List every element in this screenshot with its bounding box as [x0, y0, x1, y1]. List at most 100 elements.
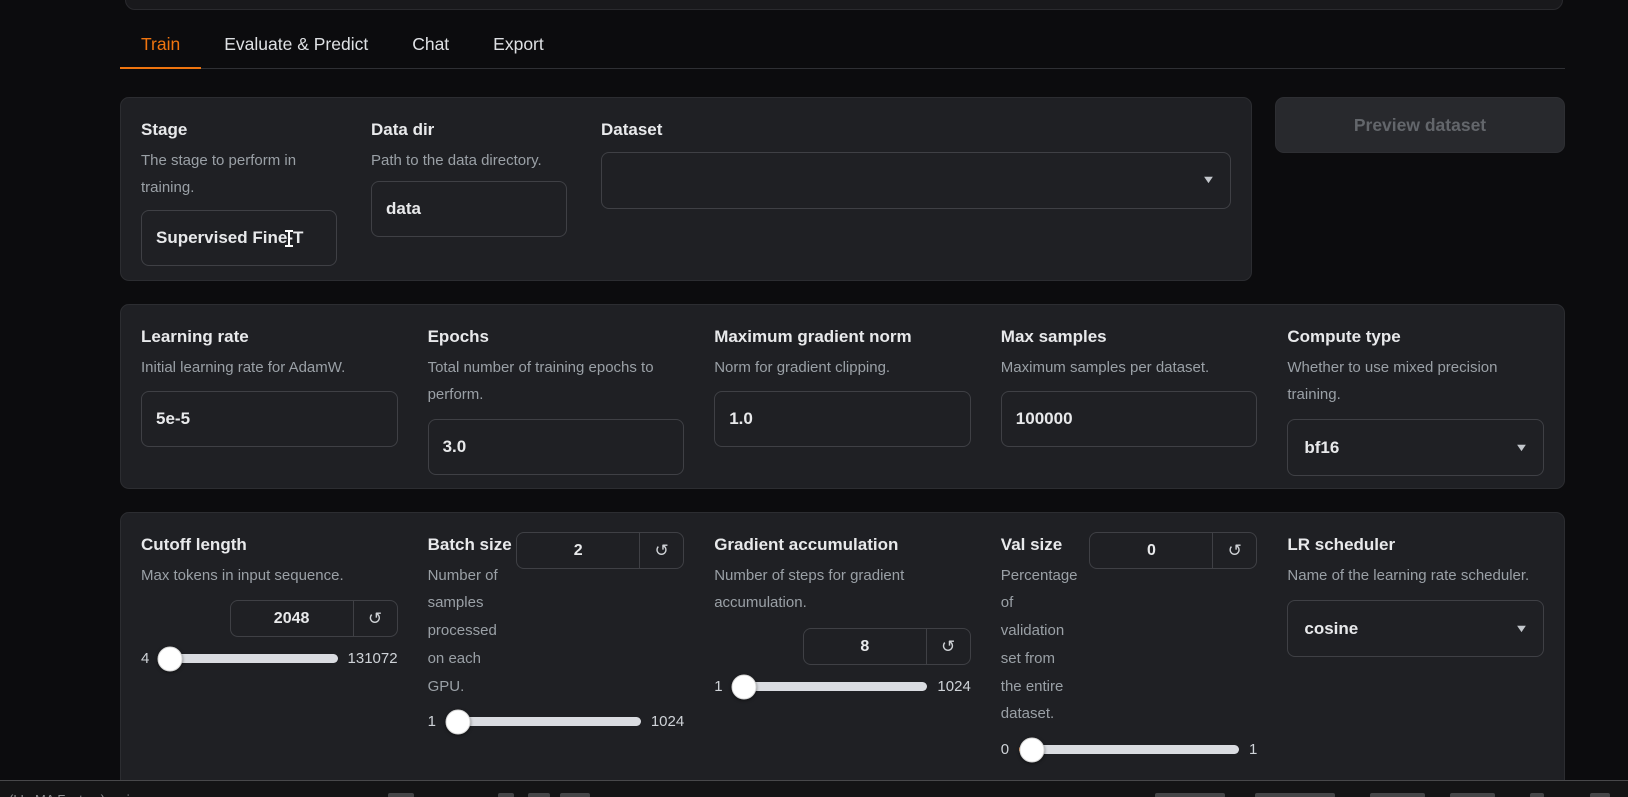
cutoff-length-slider: 4 131072	[141, 650, 398, 667]
status-bar-text-fragment	[1155, 793, 1225, 797]
compute-type-description: Whether to use mixed precision training.	[1287, 354, 1544, 410]
data-dir-description: Path to the data directory.	[371, 147, 567, 175]
grad-accum-slider: 1 1024	[714, 678, 971, 695]
lr-scheduler-label: LR scheduler	[1287, 532, 1544, 558]
tab-bar: Train Evaluate & Predict Chat Export	[120, 22, 1565, 69]
preview-dataset-button[interactable]: Preview dataset	[1275, 97, 1565, 153]
learning-rate-description: Initial learning rate for AdamW.	[141, 354, 398, 382]
epochs-input[interactable]: 3.0	[428, 419, 685, 475]
grad-accum-description: Number of steps for gradient accumulatio…	[714, 562, 971, 618]
dataset-field: Dataset ▼	[601, 117, 1231, 261]
stage-field: Stage The stage to perform in training. …	[141, 117, 337, 261]
compute-type-value: bf16	[1304, 438, 1516, 458]
slider-handle[interactable]	[1020, 737, 1045, 762]
stage-dropdown[interactable]: Supervised Fine-T	[141, 210, 337, 266]
batch-size-numbox: 2 ↺	[516, 532, 684, 569]
max-grad-norm-value: 1.0	[729, 409, 753, 429]
reset-icon[interactable]: ↺	[1212, 533, 1256, 568]
slider-max-label: 131072	[348, 650, 398, 667]
val-size-field: Val size Percentage of validation set fr…	[1001, 532, 1258, 792]
max-samples-description: Maximum samples per dataset.	[1001, 354, 1258, 382]
chevron-down-icon: ▼	[1514, 442, 1529, 454]
grad-accum-field: Gradient accumulation Number of steps fo…	[714, 532, 971, 792]
status-bar-text-fragment	[1530, 793, 1544, 797]
slider-min-label: 1	[714, 678, 722, 695]
status-bar-text-fragment	[1590, 793, 1610, 797]
max-samples-field: Max samples Maximum samples per dataset.…	[1001, 324, 1258, 476]
val-size-description: Percentage of validation set from the en…	[1001, 562, 1083, 729]
dataset-config-panel: Stage The stage to perform in training. …	[120, 97, 1252, 281]
status-bar-text-fragment	[498, 793, 514, 797]
data-dir-field: Data dir Path to the data directory. dat…	[371, 117, 567, 261]
main-content: Train Evaluate & Predict Chat Export Sta…	[120, 0, 1565, 797]
slider-min-label: 1	[428, 713, 436, 730]
cutoff-length-numbox: 2048 ↺	[230, 600, 398, 637]
batch-size-input[interactable]: 2	[517, 533, 639, 568]
hyperparams-panel: Learning rate Initial learning rate for …	[120, 304, 1565, 489]
epochs-description: Total number of training epochs to perfo…	[428, 354, 685, 410]
learning-rate-input[interactable]: 5e-5	[141, 391, 398, 447]
batch-size-slider: 1 1024	[428, 713, 685, 730]
grad-accum-label: Gradient accumulation	[714, 532, 971, 558]
tab-train[interactable]: Train	[120, 22, 201, 69]
tab-evaluate-predict[interactable]: Evaluate & Predict	[203, 22, 389, 69]
slider-handle[interactable]	[158, 646, 183, 671]
status-bar-text-fragment	[528, 793, 550, 797]
grad-accum-input[interactable]: 8	[804, 629, 926, 664]
stage-description: The stage to perform in training.	[141, 147, 337, 203]
max-grad-norm-description: Norm for gradient clipping.	[714, 354, 971, 382]
learning-rate-label: Learning rate	[141, 324, 398, 350]
slider-max-label: 1	[1249, 741, 1257, 758]
slider-handle[interactable]	[445, 709, 470, 734]
lr-scheduler-dropdown[interactable]: cosine ▼	[1287, 600, 1544, 657]
dataset-label: Dataset	[601, 117, 1231, 143]
compute-type-field: Compute type Whether to use mixed precis…	[1287, 324, 1544, 476]
batch-size-description: Number of samples processed on each GPU.	[428, 562, 514, 701]
stage-value: Supervised Fine-T	[156, 228, 303, 248]
status-bar-text-fragment: (LLaMA Factory) main	[9, 792, 137, 797]
reset-icon[interactable]: ↺	[639, 533, 683, 568]
max-samples-value: 100000	[1016, 409, 1073, 429]
max-grad-norm-field: Maximum gradient norm Norm for gradient …	[714, 324, 971, 476]
max-grad-norm-input[interactable]: 1.0	[714, 391, 971, 447]
max-grad-norm-label: Maximum gradient norm	[714, 324, 971, 350]
lr-scheduler-value: cosine	[1304, 619, 1516, 639]
val-size-slider: 0 1	[1001, 741, 1258, 758]
tab-chat[interactable]: Chat	[391, 22, 470, 69]
status-bar-text-fragment	[1370, 793, 1425, 797]
grad-accum-numbox: 8 ↺	[803, 628, 971, 665]
slider-track[interactable]	[446, 717, 641, 726]
data-dir-label: Data dir	[371, 117, 567, 143]
val-size-input[interactable]: 0	[1090, 533, 1212, 568]
slider-max-label: 1024	[651, 713, 684, 730]
text-cursor-icon	[288, 230, 290, 247]
chevron-down-icon: ▼	[1514, 623, 1529, 635]
learning-rate-value: 5e-5	[156, 409, 190, 429]
status-bar-text-fragment	[560, 793, 590, 797]
slider-track[interactable]	[733, 682, 928, 691]
cutoff-length-description: Max tokens in input sequence.	[141, 562, 398, 590]
chevron-down-icon: ▼	[1201, 174, 1216, 186]
data-dir-value: data	[386, 199, 421, 219]
slider-max-label: 1024	[937, 678, 970, 695]
cutoff-length-input[interactable]: 2048	[231, 601, 353, 636]
epochs-label: Epochs	[428, 324, 685, 350]
compute-type-dropdown[interactable]: bf16 ▼	[1287, 419, 1544, 476]
reset-icon[interactable]: ↺	[353, 601, 397, 636]
max-samples-input[interactable]: 100000	[1001, 391, 1258, 447]
lr-scheduler-description: Name of the learning rate scheduler.	[1287, 562, 1544, 590]
val-size-label: Val size	[1001, 532, 1083, 558]
data-dir-input[interactable]: data	[371, 181, 567, 237]
status-bar-text-fragment	[1450, 793, 1495, 797]
dataset-dropdown[interactable]: ▼	[601, 152, 1231, 209]
slider-track[interactable]	[1019, 745, 1239, 754]
tab-export[interactable]: Export	[472, 22, 565, 69]
slider-handle[interactable]	[732, 674, 757, 699]
slider-track[interactable]	[159, 654, 337, 663]
slider-min-label: 4	[141, 650, 149, 667]
reset-icon[interactable]: ↺	[926, 629, 970, 664]
lr-scheduler-field: LR scheduler Name of the learning rate s…	[1287, 532, 1544, 792]
max-samples-label: Max samples	[1001, 324, 1258, 350]
status-bar-text-fragment	[388, 793, 414, 797]
status-bar-text-fragment	[1255, 793, 1335, 797]
